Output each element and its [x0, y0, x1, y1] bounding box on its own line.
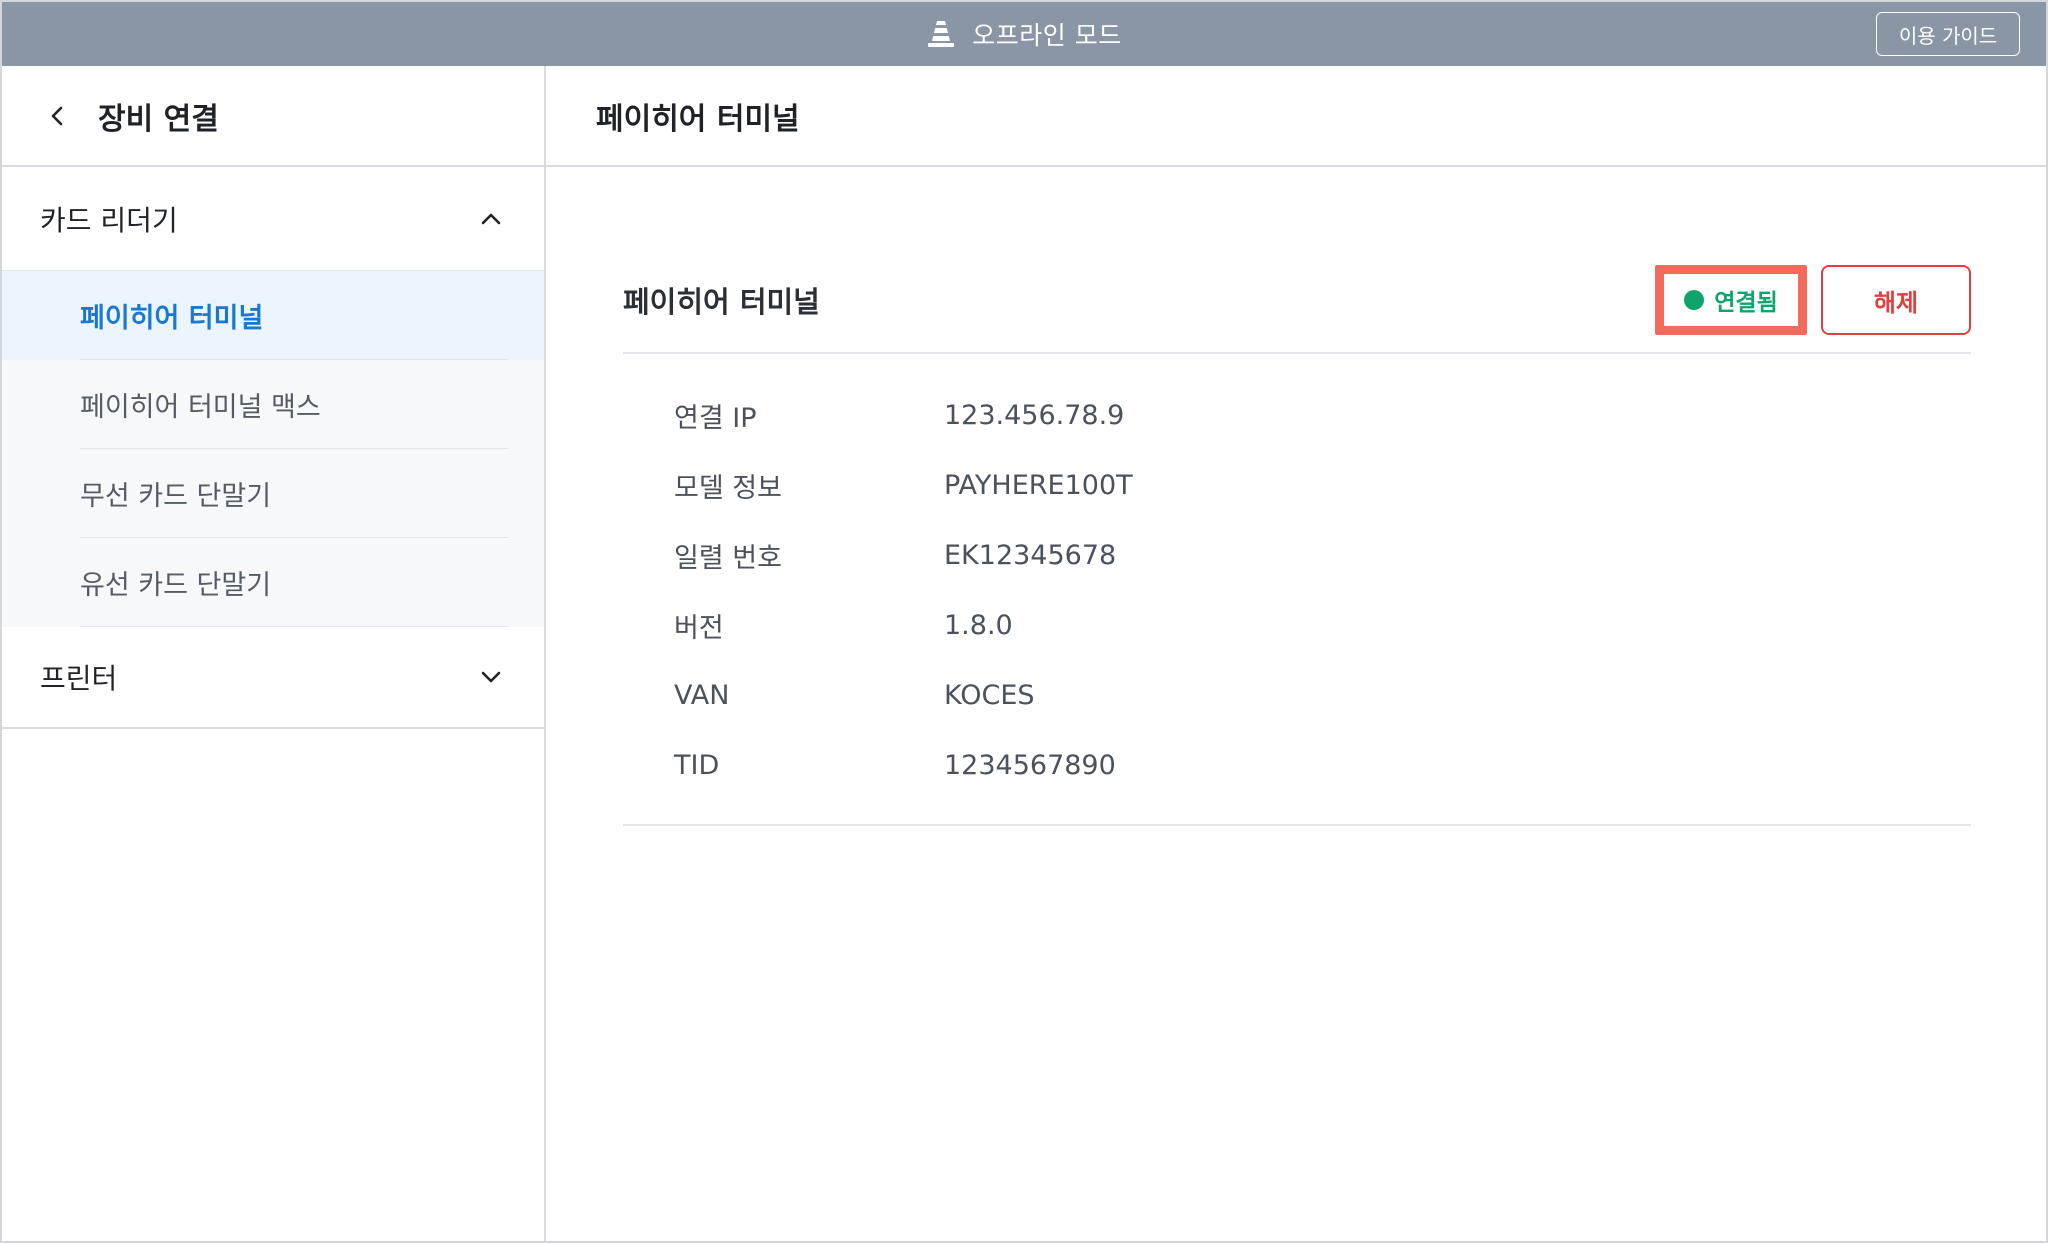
chevron-left-icon: [51, 106, 63, 125]
info-value: 1234567890: [944, 749, 1116, 781]
info-row-tid: TID 1234567890: [623, 730, 1971, 800]
offline-mode-title: 오프라인 모드: [972, 21, 1122, 50]
info-value: PAYHERE100T: [944, 469, 1133, 501]
top-bar: 오프라인 모드 이용 가이드: [2, 2, 2046, 66]
sidebar-group-printer[interactable]: 프린터: [2, 627, 544, 729]
connection-status-badge: 연결됨: [1655, 265, 1807, 335]
info-label: TID: [674, 749, 720, 781]
back-button[interactable]: [38, 96, 78, 136]
sidebar-item-wired-card-terminal[interactable]: 유선 카드 단말기: [2, 538, 544, 627]
info-row-version: 버전 1.8.0: [623, 590, 1971, 660]
sidebar-header: 장비 연결: [2, 66, 544, 167]
sidebar: 장비 연결 카드 리더기 페이히어 터미널 페이히어 터미널 맥스 무선 카드 …: [2, 66, 546, 1241]
traffic-cone-icon: [928, 21, 955, 47]
device-info-list: 연결 IP 123.456.78.9 모델 정보 PAYHERE100T 일렬 …: [623, 354, 1971, 826]
info-label: VAN: [674, 679, 730, 711]
sidebar-group-card-reader[interactable]: 카드 리더기: [2, 167, 544, 271]
status-dot-icon: [1684, 290, 1705, 310]
sidebar-item-payhere-terminal[interactable]: 페이히어 터미널: [2, 271, 544, 360]
info-row-serial: 일렬 번호 EK12345678: [623, 520, 1971, 590]
main-panel: 페이히어 터미널 페이히어 터미널 연결됨 해제 연결 IP 123.456.7…: [546, 66, 2046, 1241]
info-value: 123.456.78.9: [944, 399, 1125, 431]
info-row-ip: 연결 IP 123.456.78.9: [623, 380, 1971, 450]
user-guide-button[interactable]: 이용 가이드: [1876, 12, 2020, 56]
device-actions: 연결됨 해제: [1655, 265, 1971, 335]
info-label: 일렬 번호: [674, 542, 782, 574]
info-value: 1.8.0: [944, 609, 1013, 641]
offline-mode-indicator: 오프라인 모드: [2, 2, 2046, 66]
device-header: 페이히어 터미널 연결됨 해제: [623, 260, 1971, 354]
chevron-down-icon: [478, 664, 504, 690]
info-label: 모델 정보: [674, 472, 782, 504]
page-title: 페이히어 터미널: [596, 101, 800, 137]
info-row-van: VAN KOCES: [623, 660, 1971, 730]
disconnect-button[interactable]: 해제: [1821, 265, 1971, 335]
app-window: 오프라인 모드 이용 가이드 장비 연결 카드 리더기 페이히어 터미널 페이히…: [0, 0, 2048, 1243]
device-card: 페이히어 터미널 연결됨 해제 연결 IP 123.456.78.9 모델 정보…: [623, 260, 1971, 826]
info-label: 버전: [674, 612, 724, 644]
connection-status-text: 연결됨: [1714, 290, 1778, 316]
chevron-up-icon: [478, 206, 504, 232]
info-row-model: 모델 정보 PAYHERE100T: [623, 450, 1971, 520]
sidebar-item-wireless-card-terminal[interactable]: 무선 카드 단말기: [2, 449, 544, 538]
main-header: 페이히어 터미널: [546, 66, 2046, 167]
card-reader-submenu: 페이히어 터미널 페이히어 터미널 맥스 무선 카드 단말기 유선 카드 단말기: [2, 271, 544, 627]
sidebar-group-label: 프린터: [40, 662, 118, 695]
sidebar-title: 장비 연결: [98, 101, 219, 137]
info-value: EK12345678: [944, 539, 1117, 571]
sidebar-item-payhere-terminal-max[interactable]: 페이히어 터미널 맥스: [2, 360, 544, 449]
info-label: 연결 IP: [674, 402, 757, 434]
device-name: 페이히어 터미널: [623, 285, 820, 319]
info-value: KOCES: [944, 679, 1035, 711]
sidebar-group-label: 카드 리더기: [40, 203, 178, 237]
